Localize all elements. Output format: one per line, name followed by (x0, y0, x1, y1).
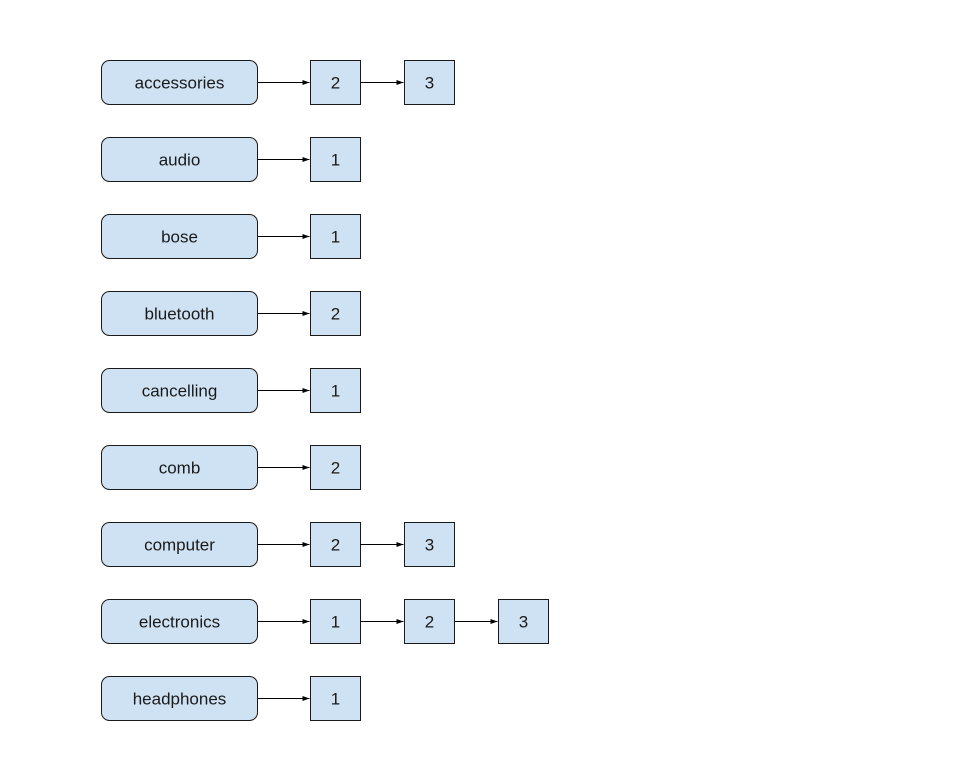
term-label: comb (159, 459, 201, 478)
posting-list-diagram: accessories 2 3 audio 1 bose 1 bluetooth 2 cancel… (101, 60, 549, 721)
posting-doc-id: 3 (425, 536, 434, 555)
posting-row-computer: computer 2 3 (101, 522, 455, 567)
posting-doc-id: 2 (331, 459, 340, 478)
term-label: computer (144, 536, 215, 555)
term-label: bluetooth (145, 305, 215, 324)
term-label: accessories (135, 74, 225, 93)
term-label: electronics (139, 613, 220, 632)
posting-doc-id: 3 (519, 613, 528, 632)
term-label: headphones (133, 690, 227, 709)
posting-doc-id: 1 (331, 228, 340, 247)
posting-doc-id: 1 (331, 151, 340, 170)
posting-doc-id: 2 (331, 536, 340, 555)
posting-row-electronics: electronics 1 2 3 (101, 599, 549, 644)
posting-doc-id: 3 (425, 74, 434, 93)
posting-row-cancelling: cancelling 1 (101, 368, 361, 413)
posting-doc-id: 1 (331, 690, 340, 709)
posting-doc-id: 2 (331, 305, 340, 324)
posting-row-bluetooth: bluetooth 2 (101, 291, 361, 336)
term-label: audio (159, 151, 201, 170)
term-label: cancelling (142, 382, 218, 401)
posting-doc-id: 2 (425, 613, 434, 632)
posting-row-accessories: accessories 2 3 (101, 60, 455, 105)
posting-row-headphones: headphones 1 (101, 676, 361, 721)
term-label: bose (161, 228, 198, 247)
posting-doc-id: 1 (331, 613, 340, 632)
posting-row-comb: comb 2 (101, 445, 361, 490)
posting-doc-id: 2 (331, 74, 340, 93)
posting-row-audio: audio 1 (101, 137, 361, 182)
posting-doc-id: 1 (331, 382, 340, 401)
posting-row-bose: bose 1 (101, 214, 361, 259)
